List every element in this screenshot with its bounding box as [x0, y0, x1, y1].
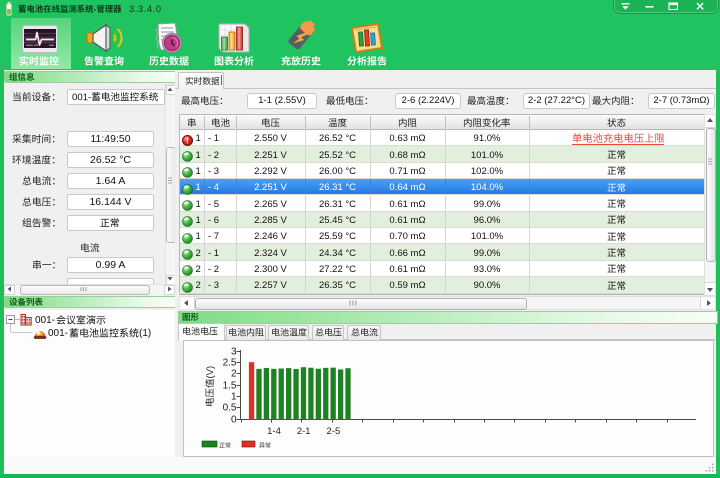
svg-text:2: 2: [231, 369, 237, 380]
svg-text:2-5: 2-5: [327, 426, 341, 437]
svg-text:!: !: [186, 136, 189, 145]
svg-text:1: 1: [231, 392, 237, 403]
svg-text:0: 0: [231, 415, 237, 426]
svg-text:0.5: 0.5: [223, 403, 237, 414]
svg-text:1.5: 1.5: [223, 381, 237, 392]
svg-text:2-1: 2-1: [297, 426, 311, 437]
svg-text:1-4: 1-4: [267, 426, 281, 437]
svg-text:3: 3: [231, 347, 237, 358]
svg-text:2.5: 2.5: [223, 358, 237, 369]
